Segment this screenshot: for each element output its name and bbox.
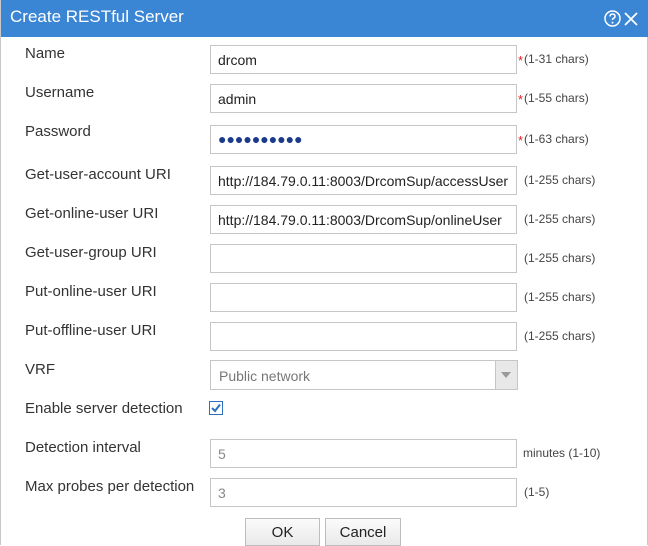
get-user-account-uri-hint: (1-255 chars) [524,173,596,187]
checkmark-icon [211,403,221,413]
username-required-marker: * [518,92,524,107]
detection-interval-input[interactable] [210,439,517,468]
name-input[interactable] [210,45,517,74]
max-probes-hint: (1-5) [524,485,550,499]
name-hint: (1-31 chars) [524,52,589,66]
put-online-user-uri-hint: (1-255 chars) [524,290,596,304]
username-input[interactable] [210,84,517,113]
detection-interval-hint: minutes (1-10) [523,446,601,460]
max-probes-label: Max probes per detection [25,478,195,495]
get-user-account-uri-label: Get-user-account URI [25,166,171,183]
get-user-group-uri-hint: (1-255 chars) [524,251,596,265]
enable-server-detection-label: Enable server detection [25,400,183,417]
get-user-group-uri-label: Get-user-group URI [25,244,157,261]
max-probes-input[interactable] [210,478,517,507]
username-label: Username [25,84,95,101]
vrf-dropdown-button[interactable] [495,361,517,389]
get-online-user-uri-label: Get-online-user URI [25,205,159,222]
put-online-user-uri-input[interactable] [210,283,517,312]
username-hint: (1-55 chars) [524,91,589,105]
close-icon[interactable] [624,12,638,26]
vrf-select[interactable]: Public network [210,360,518,390]
put-offline-user-uri-label: Put-offline-user URI [25,322,157,339]
dialog-titlebar: Create RESTful Server [1,0,648,37]
dialog-title: Create RESTful Server [10,7,184,26]
help-icon[interactable] [604,10,621,27]
create-restful-server-dialog: Create RESTful Server Name * (1-31 chars… [0,0,648,546]
password-label: Password [25,123,91,140]
password-required-marker: * [518,133,524,148]
put-online-user-uri-label: Put-online-user URI [25,283,157,300]
get-online-user-uri-input[interactable] [210,205,517,234]
name-required-marker: * [518,53,524,68]
get-online-user-uri-hint: (1-255 chars) [524,212,596,226]
get-user-account-uri-input[interactable] [210,166,517,195]
ok-button[interactable]: OK [245,518,320,546]
password-hint: (1-63 chars) [524,132,589,146]
put-offline-user-uri-input[interactable] [210,322,517,351]
vrf-label: VRF [25,361,55,378]
cancel-button[interactable]: Cancel [325,518,401,546]
get-user-group-uri-input[interactable] [210,244,517,273]
chevron-down-icon [501,372,511,378]
detection-interval-label: Detection interval [25,439,141,456]
name-label: Name [25,45,66,62]
vrf-selected-value: Public network [219,368,311,384]
password-input[interactable]: ●●●●●●●●●● [210,125,517,154]
password-mask: ●●●●●●●●●● [218,131,303,147]
put-offline-user-uri-hint: (1-255 chars) [524,329,596,343]
enable-server-detection-checkbox[interactable] [209,401,223,415]
